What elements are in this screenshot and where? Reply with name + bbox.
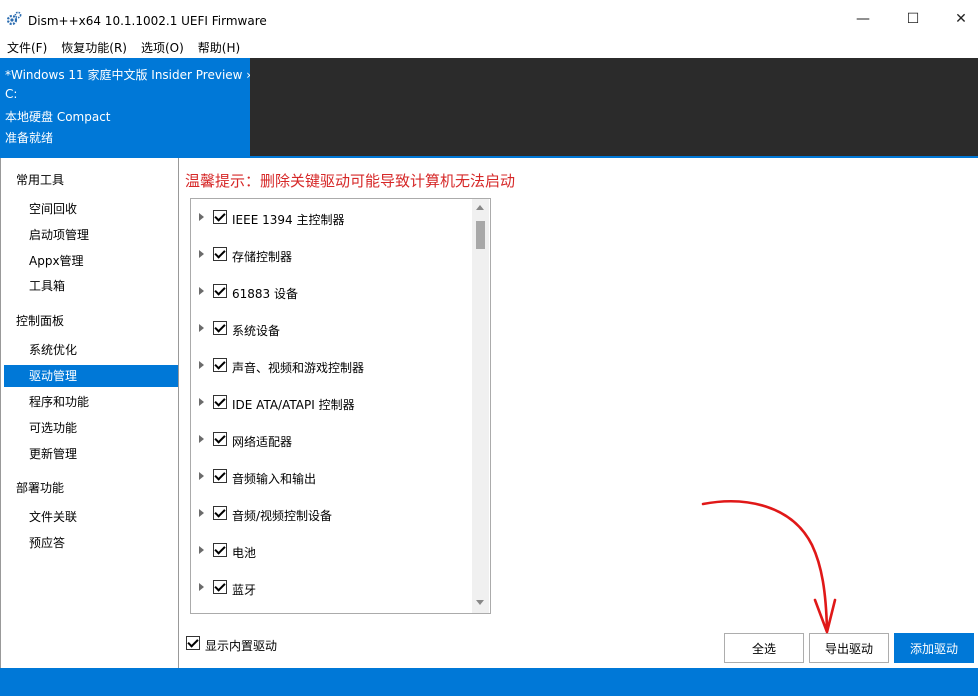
image-drive: C:	[5, 87, 18, 101]
scroll-up-arrow-icon[interactable]	[476, 205, 484, 210]
expand-arrow-icon[interactable]	[199, 472, 204, 480]
minimize-button[interactable]: —	[840, 0, 886, 38]
status-bar	[0, 668, 978, 696]
sidebar-group-common-tools: 常用工具	[16, 173, 65, 187]
tree-row[interactable]: 电池	[191, 538, 471, 564]
tree-row[interactable]: 61883 设备	[191, 279, 471, 305]
tree-row[interactable]: 声音、视频和游戏控制器	[191, 353, 471, 379]
expand-arrow-icon[interactable]	[199, 546, 204, 554]
expand-arrow-icon[interactable]	[199, 250, 204, 258]
expand-arrow-icon[interactable]	[199, 398, 204, 406]
checkbox[interactable]	[213, 580, 227, 594]
tree-row-label: IDE ATA/ATAPI 控制器	[232, 398, 355, 412]
image-info-panel[interactable]: *Windows 11 家庭中文版 Insider Preview › C: 本…	[0, 58, 251, 156]
expand-arrow-icon[interactable]	[199, 509, 204, 517]
sidebar-item-file-association[interactable]: 文件关联	[4, 506, 178, 528]
checkbox[interactable]	[213, 284, 227, 298]
expand-arrow-icon[interactable]	[199, 583, 204, 591]
tree-row[interactable]: IDE ATA/ATAPI 控制器	[191, 390, 471, 416]
sidebar-item-update-manager[interactable]: 更新管理	[4, 443, 178, 465]
expand-arrow-icon[interactable]	[199, 435, 204, 443]
checkbox[interactable]	[213, 432, 227, 446]
image-name[interactable]: *Windows 11 家庭中文版 Insider Preview ›	[5, 66, 251, 83]
show-builtin-drivers-label: 显示内置驱动	[205, 639, 278, 653]
tree-row[interactable]: 蓝牙	[191, 575, 471, 601]
tree-row[interactable]: 音频输入和输出	[191, 464, 471, 490]
vertical-scrollbar[interactable]	[472, 199, 489, 613]
menu-options[interactable]: 选项(O)	[134, 38, 191, 58]
sidebar-item-optional-features[interactable]: 可选功能	[4, 417, 178, 439]
tree-row-label: 系统设备	[232, 324, 281, 338]
sidebar-item-startup-manager[interactable]: 启动项管理	[4, 224, 178, 246]
expand-arrow-icon[interactable]	[199, 324, 204, 332]
title-bar: Dism++x64 10.1.1002.1 UEFI Firmware — ☐ …	[0, 0, 978, 38]
close-button[interactable]: ✕	[938, 0, 978, 38]
expand-arrow-icon[interactable]	[199, 287, 204, 295]
sidebar-group-control-panel: 控制面板	[16, 314, 65, 328]
driver-tree[interactable]: IEEE 1394 主控制器 存储控制器 61883 设备 系统设备 声音、视频…	[190, 198, 491, 614]
sidebar-item-toolbox[interactable]: 工具箱	[4, 275, 178, 297]
checkbox[interactable]	[213, 395, 227, 409]
sidebar-item-pre-answer[interactable]: 预应答	[4, 532, 178, 554]
sidebar-item-appx-manager[interactable]: Appx管理	[4, 250, 178, 272]
sidebar: 常用工具 空间回收 启动项管理 Appx管理 工具箱 控制面板 系统优化 驱动管…	[0, 158, 179, 668]
add-driver-button[interactable]: 添加驱动	[894, 633, 974, 663]
select-all-button[interactable]: 全选	[724, 633, 804, 663]
tree-row-label: 蓝牙	[232, 583, 257, 597]
export-drivers-button[interactable]: 导出驱动	[809, 633, 889, 663]
image-status: 准备就绪	[5, 131, 54, 145]
tree-row-label: 声音、视频和游戏控制器	[232, 361, 365, 375]
checkbox[interactable]	[213, 469, 227, 483]
tree-row-label: IEEE 1394 主控制器	[232, 213, 345, 227]
tree-row[interactable]: 网络适配器	[191, 427, 471, 453]
tree-row[interactable]: 系统设备	[191, 316, 471, 342]
sidebar-group-deployment: 部署功能	[16, 481, 65, 495]
window-title: Dism++x64 10.1.1002.1 UEFI Firmware	[28, 14, 267, 28]
image-type: 本地硬盘 Compact	[5, 110, 111, 124]
sidebar-item-driver-manager[interactable]: 驱动管理	[4, 365, 178, 387]
tree-row[interactable]: 存储控制器	[191, 242, 471, 268]
checkbox[interactable]	[213, 506, 227, 520]
tree-row[interactable]: IEEE 1394 主控制器	[191, 205, 471, 231]
menu-file[interactable]: 文件(F)	[0, 38, 54, 58]
menu-help[interactable]: 帮助(H)	[191, 38, 247, 58]
sidebar-item-programs-features[interactable]: 程序和功能	[4, 391, 178, 413]
gear-icon	[6, 11, 22, 26]
menu-bar: 文件(F) 恢复功能(R) 选项(O) 帮助(H)	[0, 38, 978, 58]
checkbox[interactable]	[186, 636, 200, 650]
tree-row-label: 61883 设备	[232, 287, 298, 301]
scroll-down-arrow-icon[interactable]	[476, 600, 484, 605]
tree-row-label: 音频/视频控制设备	[232, 509, 333, 523]
tree-row-label: 音频输入和输出	[232, 472, 317, 486]
tree-row[interactable]: 音频/视频控制设备	[191, 501, 471, 527]
checkbox[interactable]	[213, 543, 227, 557]
expand-arrow-icon[interactable]	[199, 361, 204, 369]
sidebar-item-space-recovery[interactable]: 空间回收	[4, 198, 178, 220]
driver-manager-panel: 温馨提示：删除关键驱动可能导致计算机无法启动 IEEE 1394 主控制器 存储…	[180, 158, 978, 668]
tree-row-label: 电池	[232, 546, 257, 560]
checkbox[interactable]	[213, 321, 227, 335]
tree-row-label: 网络适配器	[232, 435, 293, 449]
sidebar-item-system-optimize[interactable]: 系统优化	[4, 339, 178, 361]
checkbox[interactable]	[213, 358, 227, 372]
checkbox[interactable]	[213, 247, 227, 261]
menu-recovery[interactable]: 恢复功能(R)	[54, 38, 134, 58]
checkbox[interactable]	[213, 210, 227, 224]
expand-arrow-icon[interactable]	[199, 213, 204, 221]
warning-text: 温馨提示：删除关键驱动可能导致计算机无法启动	[185, 172, 516, 190]
scrollbar-thumb[interactable]	[476, 221, 485, 249]
maximize-button[interactable]: ☐	[890, 0, 936, 38]
session-area	[250, 58, 978, 156]
tree-row-label: 存储控制器	[232, 250, 293, 264]
